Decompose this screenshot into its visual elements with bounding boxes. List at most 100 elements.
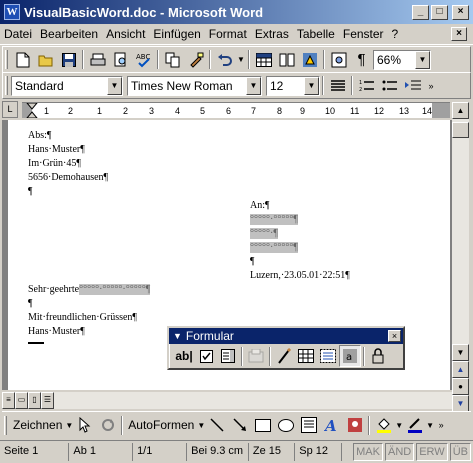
close-button[interactable]: × — [452, 4, 469, 20]
text-box-icon[interactable] — [297, 414, 320, 436]
chevron-down-icon[interactable]: ▼ — [426, 421, 434, 430]
insert-table-icon[interactable] — [295, 345, 317, 367]
maximize-button[interactable]: □ — [431, 4, 448, 20]
undo-dropdown-icon[interactable]: ▼ — [236, 49, 246, 71]
menu-tabelle[interactable]: Tabelle — [293, 27, 339, 41]
normal-view-icon[interactable]: ≡ — [2, 392, 15, 409]
show-formatting-icon[interactable]: ¶ — [350, 49, 373, 71]
indent-marker-icon[interactable] — [26, 103, 38, 118]
spellcheck-icon[interactable]: ABC — [132, 49, 155, 71]
open-folder-icon[interactable] — [34, 49, 57, 71]
status-overtype[interactable]: ÜB — [449, 443, 471, 461]
chevron-down-icon[interactable]: ▼ — [415, 50, 430, 69]
zoom-select[interactable]: 66% ▼ — [373, 49, 431, 70]
horizontal-ruler[interactable]: 1 2 1 2 3 4 5 6 7 8 9 10 11 12 13 14 — [22, 102, 450, 118]
font-size-select[interactable]: 12 ▼ — [266, 75, 320, 96]
scroll-thumb[interactable] — [452, 122, 469, 138]
word-app-icon[interactable]: W — [4, 4, 20, 20]
text-field-icon[interactable]: ab| — [173, 345, 195, 367]
copy-icon[interactable] — [161, 49, 184, 71]
web-view-icon[interactable]: ▭ — [15, 392, 28, 409]
horizontal-scroll-track[interactable] — [54, 392, 452, 409]
tab-stop-selector[interactable]: L — [2, 101, 18, 118]
oval-icon[interactable] — [274, 414, 297, 436]
form-field-shading-icon[interactable]: a — [339, 345, 361, 367]
dropdown-field-icon[interactable] — [217, 345, 239, 367]
status-track-changes[interactable]: ÄND — [384, 443, 415, 461]
toolbar-grip[interactable] — [5, 50, 8, 69]
chevron-down-icon[interactable]: ▼ — [246, 76, 261, 95]
print-layout-icon[interactable]: ▯ — [28, 392, 41, 409]
columns-icon[interactable] — [275, 49, 298, 71]
insert-table-icon[interactable] — [252, 49, 275, 71]
font-select[interactable]: Times New Roman ▼ — [127, 75, 262, 96]
print-preview-icon[interactable] — [109, 49, 132, 71]
document-map-icon[interactable] — [327, 49, 350, 71]
chevron-down-icon[interactable]: ▼ — [304, 76, 319, 95]
chevron-down-icon[interactable]: ▼ — [197, 421, 205, 430]
print-icon[interactable] — [86, 49, 109, 71]
horizontal-scrollbar[interactable]: ≡ ▭ ▯ ☰ — [2, 392, 452, 409]
forms-toolbar[interactable]: ▼ Formular × ab| a — [167, 326, 405, 370]
chevron-down-icon[interactable]: ▼ — [395, 421, 403, 430]
menu-datei[interactable]: Datei — [0, 27, 36, 41]
chevron-down-icon[interactable]: ▼ — [65, 421, 73, 430]
forms-toolbar-close-button[interactable]: × — [388, 330, 401, 342]
salutation-field[interactable]: °°°°°·°°°°°·°°°°°¶ — [79, 284, 151, 295]
drawing-icon[interactable] — [298, 49, 321, 71]
document-close-button[interactable]: × — [451, 27, 467, 41]
menu-bearbeiten[interactable]: Bearbeiten — [36, 27, 102, 41]
toolbar-grip[interactable] — [4, 415, 7, 435]
scroll-up-icon[interactable]: ▲ — [452, 102, 469, 119]
align-justify-icon[interactable] — [326, 75, 349, 97]
numbering-icon[interactable]: 12 — [355, 75, 378, 97]
recipient-field[interactable]: °°°°°·°°°°°¶ — [250, 214, 298, 225]
line-icon[interactable] — [205, 414, 228, 436]
line-color-icon[interactable] — [403, 414, 426, 436]
field-options-icon[interactable] — [245, 345, 267, 367]
protect-form-icon[interactable] — [367, 345, 389, 367]
status-extend[interactable]: ERW — [416, 443, 448, 461]
save-icon[interactable] — [57, 49, 80, 71]
menu-extras[interactable]: Extras — [251, 27, 293, 41]
more-buttons-icon[interactable]: » — [424, 75, 438, 97]
insert-clipart-icon[interactable] — [343, 414, 366, 436]
chevron-down-icon[interactable]: ▼ — [107, 76, 122, 95]
toolbar-grip[interactable] — [5, 76, 8, 95]
previous-page-icon[interactable]: ▲ — [452, 361, 469, 378]
menu-einfuegen[interactable]: Einfügen — [149, 27, 204, 41]
wordart-icon[interactable]: A — [320, 414, 343, 436]
menu-ansicht[interactable]: Ansicht — [102, 27, 149, 41]
more-buttons-icon[interactable]: » — [434, 414, 448, 436]
free-rotate-icon[interactable] — [96, 414, 119, 436]
rectangle-icon[interactable] — [251, 414, 274, 436]
autoshapes-menu-button[interactable]: AutoFormen — [125, 418, 197, 432]
increase-indent-icon[interactable] — [401, 75, 424, 97]
arrow-icon[interactable] — [228, 414, 251, 436]
status-macro-record[interactable]: MAK — [353, 443, 383, 461]
format-painter-icon[interactable] — [184, 49, 207, 71]
insert-frame-icon[interactable] — [317, 345, 339, 367]
vertical-scrollbar[interactable]: ▲ ▼ ▲ ● ▼ — [452, 102, 469, 412]
new-document-icon[interactable] — [11, 49, 34, 71]
outline-view-icon[interactable]: ☰ — [41, 392, 54, 409]
draw-table-icon[interactable] — [273, 345, 295, 367]
checkbox-field-icon[interactable] — [195, 345, 217, 367]
menu-format[interactable]: Format — [205, 27, 251, 41]
minimize-button[interactable]: _ — [412, 4, 429, 20]
select-objects-icon[interactable] — [73, 414, 96, 436]
draw-menu-button[interactable]: Zeichnen — [10, 418, 65, 432]
browse-object-icon[interactable]: ● — [452, 378, 469, 395]
undo-icon[interactable] — [213, 49, 236, 71]
menu-fenster[interactable]: Fenster — [339, 27, 388, 41]
toolbar-menu-icon[interactable]: ▼ — [173, 331, 182, 341]
scroll-down-icon[interactable]: ▼ — [452, 344, 469, 361]
recipient-field[interactable]: °°°°°·°°°°°¶ — [250, 242, 298, 253]
bullets-icon[interactable] — [378, 75, 401, 97]
menu-help[interactable]: ? — [388, 27, 403, 41]
fill-color-icon[interactable] — [372, 414, 395, 436]
recipient-field[interactable]: °°°°°·¶ — [250, 228, 278, 239]
forms-toolbar-titlebar[interactable]: ▼ Formular × — [169, 328, 403, 344]
next-page-icon[interactable]: ▼ — [452, 395, 469, 412]
style-select[interactable]: Standard ▼ — [11, 75, 123, 96]
